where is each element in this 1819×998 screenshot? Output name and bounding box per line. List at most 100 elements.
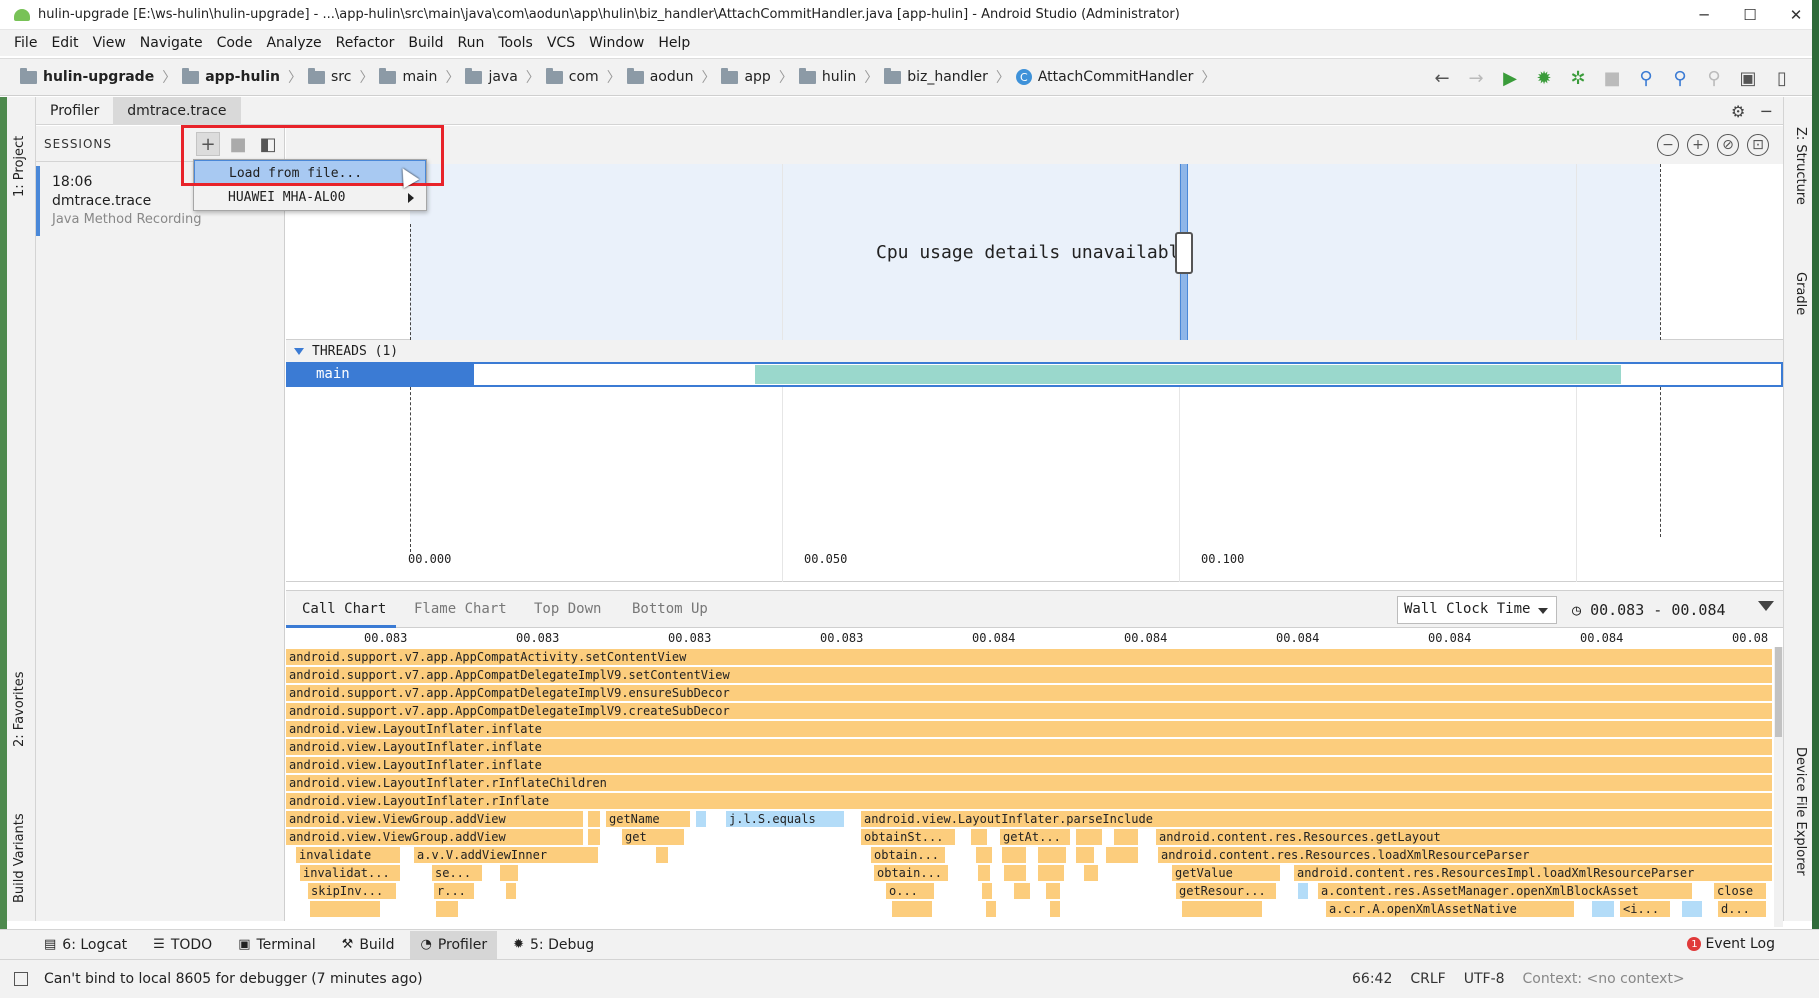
project-tool-tab[interactable]: 1: Project bbox=[12, 136, 27, 197]
zoom-out-icon[interactable]: − bbox=[1657, 134, 1679, 156]
call-bar[interactable] bbox=[310, 901, 380, 917]
file-encoding[interactable]: UTF-8 bbox=[1464, 971, 1505, 987]
call-bar[interactable] bbox=[656, 847, 668, 863]
caret-position[interactable]: 66:42 bbox=[1352, 971, 1392, 987]
call-bar[interactable]: getResour... bbox=[1176, 883, 1276, 899]
debug-tool-button[interactable]: ✹ 5: Debug bbox=[513, 937, 594, 953]
call-bar[interactable] bbox=[1038, 847, 1066, 863]
minimize-panel-icon[interactable]: ─ bbox=[1761, 102, 1771, 121]
maximize-button[interactable]: ☐ bbox=[1727, 0, 1773, 30]
find-in-path-icon[interactable]: ⚲ bbox=[1697, 68, 1731, 89]
crumb-com[interactable]: com 〉 bbox=[545, 67, 621, 87]
menu-code[interactable]: Code bbox=[217, 35, 253, 51]
call-bar[interactable]: android.view.ViewGroup.addView bbox=[286, 811, 583, 827]
call-bar[interactable]: r... bbox=[434, 883, 474, 899]
call-bar[interactable] bbox=[1076, 829, 1102, 845]
call-bar[interactable] bbox=[976, 847, 992, 863]
call-bar[interactable]: o... bbox=[886, 883, 934, 899]
find-usages-icon[interactable]: ⚲ bbox=[1663, 68, 1697, 89]
debug-icon[interactable]: ✹ bbox=[1527, 68, 1561, 89]
logcat-tool-button[interactable]: ▤ 6: Logcat bbox=[44, 937, 127, 953]
build-tool-button[interactable]: ⚒ Build bbox=[342, 937, 395, 953]
filter-icon[interactable] bbox=[1758, 601, 1774, 611]
todo-tool-button[interactable]: ☰ TODO bbox=[153, 937, 212, 953]
call-bar[interactable] bbox=[892, 901, 932, 917]
call-bar[interactable]: android.view.LayoutInflater.inflate bbox=[286, 721, 1772, 737]
tab-trace[interactable]: dmtrace.trace bbox=[113, 96, 241, 125]
menu-view[interactable]: View bbox=[93, 35, 126, 51]
call-bar[interactable] bbox=[1050, 901, 1060, 917]
call-bar[interactable]: android.support.v7.app.AppCompatDelegate… bbox=[286, 703, 1772, 719]
menu-navigate[interactable]: Navigate bbox=[140, 35, 203, 51]
call-bar[interactable] bbox=[1076, 847, 1094, 863]
forward-icon[interactable]: → bbox=[1459, 68, 1493, 89]
structure-tool-tab[interactable]: Z: Structure bbox=[1793, 127, 1808, 205]
tab-bottom-up[interactable]: Bottom Up bbox=[632, 601, 708, 617]
call-bar[interactable] bbox=[1038, 865, 1064, 881]
call-bar[interactable] bbox=[1014, 883, 1030, 899]
event-log-button[interactable]: 1 Event Log bbox=[1687, 936, 1775, 952]
call-bar[interactable] bbox=[982, 883, 992, 899]
crumb-biz-handler[interactable]: biz_handler 〉 bbox=[884, 67, 1010, 87]
call-bar[interactable] bbox=[1002, 847, 1026, 863]
gear-icon[interactable]: ⚙ bbox=[1731, 102, 1745, 121]
call-bar[interactable] bbox=[1046, 883, 1060, 899]
call-bar[interactable] bbox=[1084, 865, 1098, 881]
call-bar[interactable]: android.support.v7.app.AppCompatDelegate… bbox=[286, 667, 1772, 683]
call-bar[interactable]: getAt... bbox=[1000, 829, 1070, 845]
call-bar[interactable] bbox=[986, 901, 996, 917]
tab-flame-chart[interactable]: Flame Chart bbox=[414, 601, 507, 617]
call-bar[interactable]: android.view.LayoutInflater.parseInclude bbox=[861, 811, 1772, 827]
call-bar[interactable]: obtainSt... bbox=[861, 829, 955, 845]
menu-build[interactable]: Build bbox=[408, 35, 443, 51]
call-bar[interactable]: invalidat... bbox=[300, 865, 400, 881]
call-bar[interactable] bbox=[1682, 901, 1702, 917]
call-bar[interactable]: <i... bbox=[1620, 901, 1670, 917]
stop-icon[interactable]: ■ bbox=[1595, 68, 1629, 89]
call-bar[interactable] bbox=[696, 811, 706, 827]
call-bar[interactable]: obtain... bbox=[871, 847, 945, 863]
crumb-java[interactable]: java 〉 bbox=[465, 67, 540, 87]
range-handle[interactable] bbox=[1175, 232, 1193, 274]
terminal-tool-button[interactable]: ▣ Terminal bbox=[238, 937, 315, 953]
call-bar[interactable] bbox=[971, 829, 987, 845]
call-bar[interactable]: android.view.LayoutInflater.rInflate bbox=[286, 793, 1772, 809]
call-chart[interactable]: 00.083 00.083 00.083 00.083 00.084 00.084 00.0… bbox=[286, 629, 1783, 929]
tab-call-chart[interactable]: Call Chart bbox=[302, 601, 386, 617]
status-toggle-icon[interactable] bbox=[14, 972, 28, 986]
call-bar[interactable] bbox=[1298, 883, 1308, 899]
call-bar[interactable]: a.content.res.AssetManager.openXmlBlockA… bbox=[1318, 883, 1692, 899]
profile-icon[interactable]: ✲ bbox=[1561, 68, 1595, 89]
call-bar[interactable]: android.view.ViewGroup.addView bbox=[286, 829, 583, 845]
device-item[interactable]: HUAWEI MHA-AL00 bbox=[194, 185, 426, 210]
gradle-tool-tab[interactable]: Gradle bbox=[1793, 272, 1808, 315]
call-bar[interactable]: d... bbox=[1718, 901, 1766, 917]
line-separator[interactable]: CRLF bbox=[1410, 971, 1445, 987]
call-bar[interactable]: android.content.res.ResourcesImpl.loadXm… bbox=[1294, 865, 1772, 881]
call-bar[interactable]: android.view.LayoutInflater.inflate bbox=[286, 757, 1772, 773]
expand-triangle-icon[interactable] bbox=[294, 347, 304, 355]
call-bar[interactable]: android.view.LayoutInflater.inflate bbox=[286, 739, 1772, 755]
crumb-module[interactable]: app-hulin 〉 bbox=[182, 67, 302, 87]
zoom-in-icon[interactable]: + bbox=[1687, 134, 1709, 156]
call-bar[interactable]: skipInv... bbox=[308, 883, 396, 899]
menu-analyze[interactable]: Analyze bbox=[266, 35, 321, 51]
device-file-explorer-tab[interactable]: Device File Explorer bbox=[1793, 747, 1808, 876]
profiler-tool-button[interactable]: ◔ Profiler bbox=[410, 930, 498, 959]
call-bar[interactable]: se... bbox=[432, 865, 482, 881]
call-chart-scrollbar[interactable] bbox=[1774, 647, 1783, 927]
call-bar[interactable] bbox=[1592, 901, 1614, 917]
call-bar[interactable]: android.support.v7.app.AppCompatDelegate… bbox=[286, 685, 1772, 701]
call-bar[interactable]: android.view.LayoutInflater.rInflateChil… bbox=[286, 775, 1772, 791]
tab-profiler[interactable]: Profiler bbox=[36, 97, 113, 125]
call-bar[interactable]: obtain... bbox=[874, 865, 948, 881]
call-bar[interactable]: get bbox=[622, 829, 684, 845]
cpu-usage-area[interactable]: Cpu usage details unavailable bbox=[286, 164, 1783, 340]
crumb-hulin[interactable]: hulin 〉 bbox=[798, 67, 878, 87]
clock-type-select[interactable]: Wall Clock Time bbox=[1397, 596, 1557, 624]
call-bar[interactable] bbox=[978, 865, 990, 881]
crumb-class[interactable]: C AttachCommitHandler 〉 bbox=[1015, 67, 1215, 87]
minimize-button[interactable]: ─ bbox=[1681, 0, 1727, 30]
thread-row-main[interactable]: main bbox=[286, 362, 1783, 387]
crumb-main[interactable]: main 〉 bbox=[379, 67, 459, 87]
